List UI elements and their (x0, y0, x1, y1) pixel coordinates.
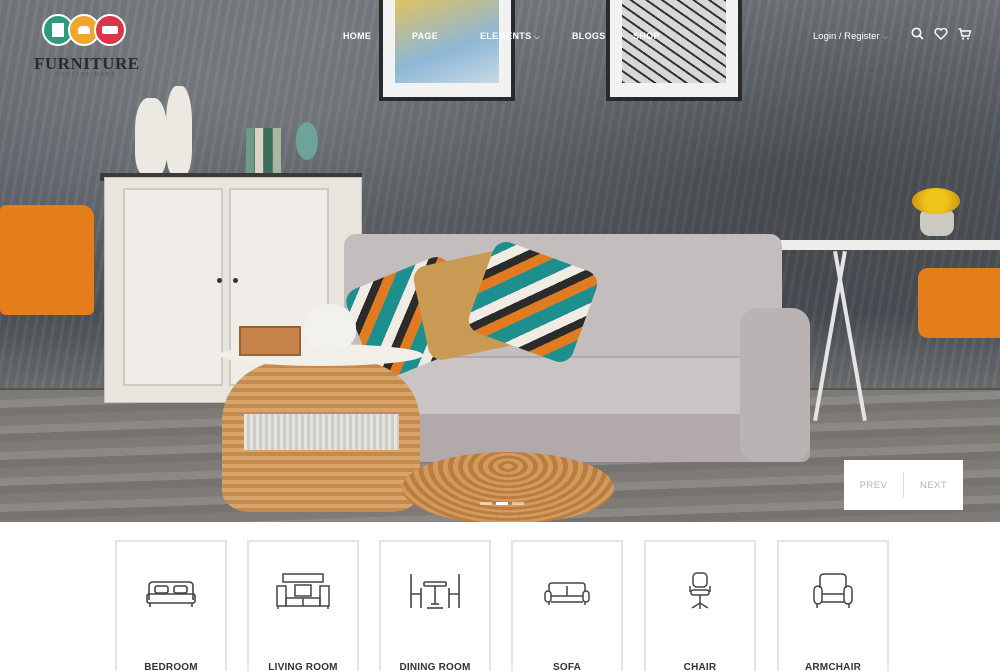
category-label: CHAIR (683, 662, 717, 671)
chevron-down-icon: ⌵ (534, 34, 541, 41)
site-logo[interactable]: FURNITURE TAGLINE HERE (34, 14, 140, 80)
orange-chair-right (918, 268, 1000, 338)
login-register-link[interactable]: Login / Register ⌵ (813, 31, 888, 42)
category-card-bedroom[interactable]: BEDROOM (115, 540, 227, 671)
category-card-dining-room[interactable]: DINING ROOM (379, 540, 491, 671)
book (246, 128, 254, 176)
category-label: SOFA (552, 662, 582, 671)
rattan-table-band (244, 414, 399, 450)
category-card-chair[interactable]: CHAIR (644, 540, 756, 671)
search-icon[interactable] (910, 26, 926, 42)
slider-dots (480, 502, 528, 506)
sofa-icon (544, 582, 590, 605)
cart-icon[interactable] (957, 26, 973, 42)
slider-controls: PREV NEXT (844, 460, 963, 510)
wall-frame-leaf (606, 0, 742, 101)
category-row: BEDROOM LIVING ROOM DINING ROOM SOFA CHA… (0, 522, 1000, 671)
book (255, 128, 263, 176)
category-card-armchair[interactable]: ARMCHAIR (777, 540, 889, 671)
desk (780, 240, 1000, 250)
hero-banner: PREV NEXT (0, 0, 1000, 522)
bed-icon (146, 581, 196, 607)
category-label: BEDROOM (144, 662, 198, 671)
wooden-crate (239, 326, 301, 356)
armchair-icon (813, 573, 853, 608)
slider-dot-active[interactable] (496, 502, 508, 505)
brand-name: FURNITURE (34, 54, 140, 73)
category-card-sofa[interactable]: SOFA (511, 540, 623, 671)
slider-dot[interactable] (480, 502, 492, 505)
orange-chair-left (0, 205, 94, 315)
sofa-logo-icon (94, 14, 126, 46)
brand-tagline: TAGLINE HERE (55, 72, 117, 78)
book (273, 128, 281, 176)
category-label: DINING ROOM (399, 662, 471, 671)
next-button[interactable]: NEXT (904, 460, 963, 510)
vase (296, 122, 318, 160)
category-card-living-room[interactable]: LIVING ROOM (247, 540, 359, 671)
sofa-arm (740, 308, 810, 462)
book (264, 128, 272, 176)
slider-dot[interactable] (512, 502, 524, 505)
vase (135, 98, 167, 176)
teapot (304, 304, 356, 350)
wall-frame-plant (379, 0, 515, 101)
chevron-down-icon: ⌵ (882, 34, 888, 41)
rattan-pouf (402, 452, 614, 522)
nav-item-page[interactable]: PAGE (412, 31, 438, 41)
vase (166, 86, 192, 176)
office-chair-icon (689, 572, 711, 609)
flowers (912, 188, 960, 214)
logo-icons (42, 14, 132, 48)
category-label: LIVING ROOM (268, 662, 338, 671)
category-label: ARMCHAIR (804, 662, 862, 671)
heart-icon[interactable] (933, 26, 949, 42)
prev-button[interactable]: PREV (844, 460, 903, 510)
nav-item-shop[interactable]: SHOP (633, 31, 660, 41)
tv-unit-icon (276, 573, 330, 609)
nav-item-elements[interactable]: ELEMENTS ⌵ (480, 31, 540, 42)
nav-item-home[interactable]: HOME (343, 31, 371, 41)
dining-set-icon (410, 574, 460, 609)
nav-item-blogs[interactable]: BLOGS (572, 31, 606, 41)
